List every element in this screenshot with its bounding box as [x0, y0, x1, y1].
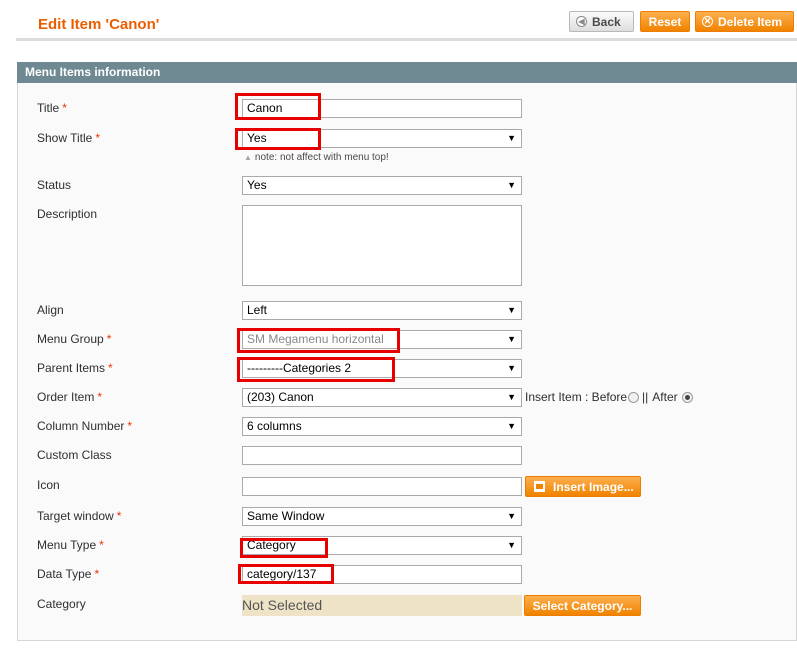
insert-before-label: Insert Item : Before: [525, 390, 628, 404]
custom-class-input[interactable]: [242, 446, 522, 465]
title-label: Title *: [37, 101, 67, 115]
menu-type-select[interactable]: Category ▼: [242, 536, 522, 555]
insert-before-radio[interactable]: [628, 391, 640, 403]
menu-type-label: Menu Type *: [37, 538, 104, 552]
dropdown-arrow-icon: ▼: [507, 305, 516, 315]
description-label: Description: [37, 207, 98, 221]
select-category-label: Select Category...: [532, 598, 633, 613]
insert-position-group: Insert Item : Before || After: [525, 390, 696, 404]
status-label: Status: [37, 178, 72, 192]
delete-button-label: Delete Item: [718, 14, 783, 29]
target-window-value: Same Window: [247, 509, 325, 523]
select-category-button[interactable]: Select Category...: [524, 595, 641, 616]
insert-after-radio[interactable]: [681, 391, 693, 403]
status-value: Yes: [247, 178, 267, 192]
dropdown-arrow-icon: ▼: [507, 133, 516, 143]
column-number-label: Column Number *: [37, 419, 133, 433]
delete-circle-icon: ✕: [702, 16, 713, 27]
insert-image-label: Insert Image...: [553, 479, 634, 494]
delete-item-button[interactable]: ✕ Delete Item: [695, 11, 794, 32]
icon-label: Icon: [37, 478, 60, 492]
show-title-select[interactable]: Yes ▼: [242, 129, 522, 148]
insert-separator: ||: [642, 390, 649, 404]
note-arrow-icon: ▲: [244, 153, 252, 162]
title-input[interactable]: Canon: [242, 99, 522, 118]
status-select[interactable]: Yes ▼: [242, 176, 522, 195]
category-value: Not Selected: [242, 595, 522, 616]
show-title-note: ▲ note: not affect with menu top!: [244, 152, 389, 163]
order-item-select[interactable]: (203) Canon ▼: [242, 388, 522, 407]
category-label: Category: [37, 597, 86, 611]
order-item-value: (203) Canon: [247, 390, 314, 404]
show-title-value: Yes: [247, 131, 267, 145]
column-number-value: 6 columns: [247, 419, 302, 433]
custom-class-label: Custom Class: [37, 448, 112, 462]
data-type-label: Data Type *: [37, 567, 100, 581]
align-label: Align: [37, 303, 64, 317]
insert-image-button[interactable]: Insert Image...: [525, 476, 641, 497]
icon-input[interactable]: [242, 477, 522, 496]
image-icon: [534, 481, 545, 492]
reset-button[interactable]: Reset: [640, 11, 690, 32]
align-value: Left: [247, 303, 268, 317]
dropdown-arrow-icon: ▼: [507, 334, 516, 344]
back-button-label: Back: [592, 14, 621, 29]
parent-items-select[interactable]: ---------Categories 2 ▼: [242, 359, 522, 378]
dropdown-arrow-icon: ▼: [507, 363, 516, 373]
menu-group-select[interactable]: SM Megamenu horizontal ▼: [242, 330, 522, 349]
back-button[interactable]: ◀ Back: [569, 11, 634, 32]
dropdown-arrow-icon: ▼: [507, 421, 516, 431]
back-arrow-icon: ◀: [576, 16, 587, 27]
menu-group-value: SM Megamenu horizontal: [247, 332, 384, 346]
parent-items-value: ---------Categories 2: [247, 361, 352, 375]
data-type-input[interactable]: category/137: [242, 565, 522, 584]
dropdown-arrow-icon: ▼: [507, 511, 516, 521]
page-title: Edit Item 'Canon': [38, 16, 160, 33]
header-divider: [16, 38, 797, 41]
parent-items-label: Parent Items *: [37, 361, 113, 375]
dropdown-arrow-icon: ▼: [507, 180, 516, 190]
section-header: Menu Items information: [17, 62, 797, 83]
description-textarea[interactable]: [242, 205, 522, 286]
menu-type-value: Category: [247, 538, 296, 552]
reset-button-label: Reset: [648, 14, 682, 29]
dropdown-arrow-icon: ▼: [507, 392, 516, 402]
target-window-select[interactable]: Same Window ▼: [242, 507, 522, 526]
menu-group-label: Menu Group *: [37, 332, 112, 346]
column-number-select[interactable]: 6 columns ▼: [242, 417, 522, 436]
show-title-label: Show Title *: [37, 131, 101, 145]
insert-after-label: After: [652, 390, 678, 404]
align-select[interactable]: Left ▼: [242, 301, 522, 320]
target-window-label: Target window *: [37, 509, 122, 523]
dropdown-arrow-icon: ▼: [507, 540, 516, 550]
order-item-label: Order Item *: [37, 390, 103, 404]
